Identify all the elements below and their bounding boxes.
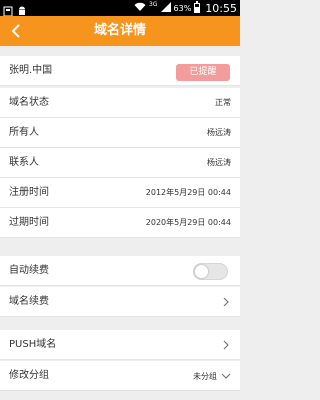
detail-label: 所有人 [9,127,39,138]
group-value: 未分组 [193,371,217,381]
wifi-icon [134,2,146,15]
chevron-right-icon [223,340,229,350]
change-group-label: 修改分组 [9,370,49,381]
detail-value: 杨远涛 [207,158,231,167]
domain-name: 张明.中国 [9,65,53,76]
renew-label: 域名续费 [9,296,49,307]
status-bar: 3G 63% 10:55 [0,0,240,17]
detail-value: 杨远涛 [207,128,231,137]
battery-icon [194,1,201,13]
domain-name-row: 张明.中国 已提醒 [0,56,240,86]
chevron-right-icon [223,297,229,307]
detail-label: 域名状态 [9,97,49,108]
signal-icon [160,1,171,15]
detail-label: 过期时间 [9,217,49,228]
reminded-badge[interactable]: 已提醒 [176,64,230,81]
battery-fill [195,6,200,12]
auto-renew-row: 自动续费 [0,256,240,286]
android-icon [17,2,27,15]
battery-percent: 63% [173,3,192,13]
detail-row-expires: 过期时间 2020年5月29日 00:44 [0,208,240,238]
detail-value: 2012年5月29日 00:44 [145,188,231,197]
detail-label: 联系人 [9,157,39,168]
push-domain-label: PUSH域名 [9,339,57,350]
detail-value: 正常 [215,98,231,107]
push-domain-row[interactable]: PUSH域名 [0,330,240,360]
toggle-knob [195,265,208,278]
page-title: 域名详情 [93,23,146,38]
auto-renew-label: 自动续费 [9,265,49,276]
detail-row-owner: 所有人 杨远涛 [0,118,240,148]
detail-label: 注册时间 [9,187,49,198]
auto-renew-toggle[interactable] [193,263,228,280]
detail-row-registered: 注册时间 2012年5月29日 00:44 [0,178,240,208]
change-group-row[interactable]: 修改分组 未分组 [0,361,240,391]
status-right-icons: 3G 63% 10:55 [134,0,237,16]
nav-bar: 域名详情 [0,16,240,46]
detail-row-contact: 联系人 杨远涛 [0,148,240,178]
network-type: 3G [149,1,158,8]
status-left-icons [3,2,27,17]
detail-row-status: 域名状态 正常 [0,88,240,118]
detail-value: 2020年5月29日 00:44 [145,218,231,227]
status-time: 10:55 [205,1,237,15]
group-select[interactable]: 未分组 [193,361,231,391]
chevron-down-icon [221,373,231,379]
renew-row[interactable]: 域名续费 [0,287,240,317]
notification-icon [3,2,13,17]
